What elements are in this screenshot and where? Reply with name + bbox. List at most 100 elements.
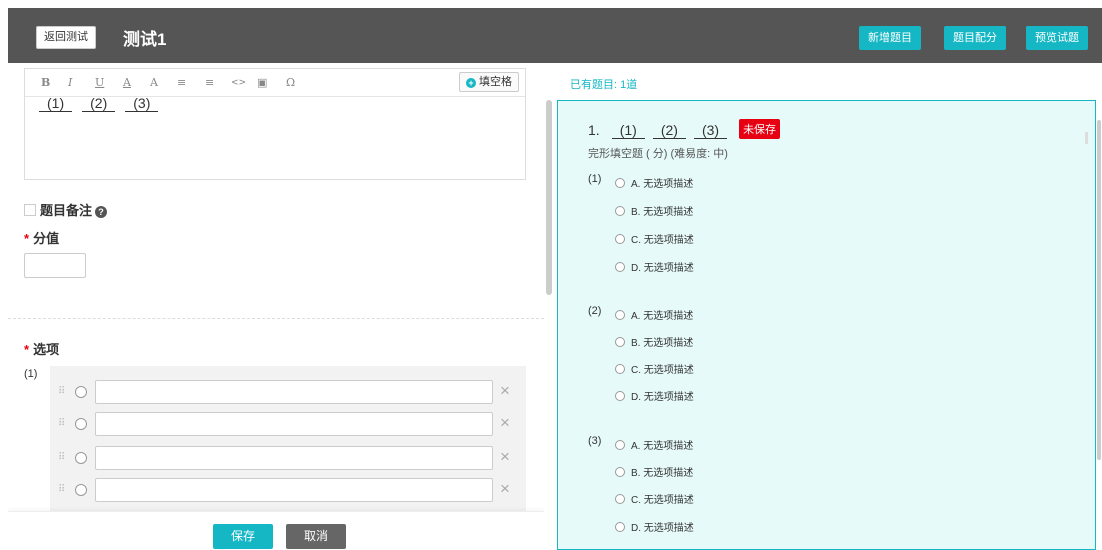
right-scrollbar[interactable]	[1097, 120, 1101, 460]
unordered-list-icon[interactable]: ≡	[205, 76, 214, 89]
required-marker: *	[24, 342, 30, 357]
option-input[interactable]	[95, 478, 493, 502]
blank-index: (1)	[24, 368, 38, 380]
option-row: ⠿ ×	[50, 478, 526, 502]
special-char-icon[interactable]: Ω	[286, 76, 295, 89]
close-icon[interactable]: ×	[500, 381, 510, 401]
score-input[interactable]	[24, 253, 86, 278]
drag-handle-icon[interactable]: ⠿	[58, 418, 65, 429]
ordered-list-icon[interactable]: ≡	[177, 76, 186, 89]
close-icon[interactable]: ×	[500, 479, 510, 499]
close-icon[interactable]: ×	[500, 447, 510, 467]
drag-handle-icon[interactable]: ⠿	[58, 386, 65, 397]
preview-resize-handle[interactable]	[1085, 132, 1088, 144]
preview-option: D. 无选项描述	[615, 388, 694, 403]
page-title: 测试1	[123, 30, 167, 49]
option-text: B. 无选项描述	[631, 207, 694, 218]
preview-option: A. 无选项描述	[615, 175, 693, 190]
group-index: (1)	[588, 173, 602, 185]
help-icon[interactable]: ?	[95, 206, 108, 218]
option-text: B. 无选项描述	[631, 338, 694, 349]
left-scrollbar[interactable]	[546, 100, 552, 295]
preview-option: A. 无选项描述	[615, 437, 693, 452]
option-radio[interactable]	[615, 440, 625, 450]
back-to-test-button[interactable]: 返回测试	[36, 26, 96, 49]
question-note-checkbox[interactable]	[24, 204, 36, 216]
option-radio[interactable]	[75, 418, 87, 430]
blank-marker: (2)	[82, 95, 116, 112]
option-input[interactable]	[95, 446, 493, 470]
option-radio[interactable]	[615, 467, 625, 477]
preview-option: A. 无选项描述	[615, 307, 693, 322]
preview-option: B. 无选项描述	[615, 464, 693, 479]
save-button[interactable]: 保存	[213, 524, 273, 549]
option-radio[interactable]	[615, 234, 625, 244]
preview-option: C. 无选项描述	[615, 491, 694, 506]
preview-option: C. 无选项描述	[615, 361, 694, 376]
background-color-icon[interactable]: A	[150, 76, 158, 89]
blank-marker: (1)	[611, 122, 645, 139]
blank-marker: (3)	[693, 122, 728, 139]
option-radio[interactable]	[615, 337, 625, 347]
option-text: C. 无选项描述	[631, 235, 694, 246]
question-count: 已有题目: 1道	[570, 79, 638, 91]
option-input[interactable]	[95, 380, 493, 404]
options-label-text: 选项	[33, 342, 60, 357]
option-radio[interactable]	[615, 494, 625, 504]
close-icon[interactable]: ×	[500, 413, 510, 433]
option-radio[interactable]	[615, 178, 625, 188]
group-index: (2)	[588, 305, 602, 317]
cancel-button[interactable]: 取消	[286, 524, 346, 549]
image-icon[interactable]: ▣	[257, 76, 267, 89]
option-radio[interactable]	[75, 452, 87, 464]
preview-test-button[interactable]: 预览试题	[1026, 26, 1088, 50]
option-text: D. 无选项描述	[631, 392, 694, 403]
option-text: A. 无选项描述	[631, 179, 694, 190]
option-text: B. 无选项描述	[631, 468, 694, 479]
bold-icon[interactable]: B	[41, 76, 50, 89]
add-question-button[interactable]: 新增题目	[859, 26, 921, 50]
option-text: A. 无选项描述	[631, 311, 694, 322]
option-input[interactable]	[95, 412, 493, 436]
option-text: D. 无选项描述	[631, 263, 694, 274]
assign-score-button[interactable]: 题目配分	[944, 26, 1006, 50]
font-color-icon[interactable]: A	[123, 76, 131, 89]
option-radio[interactable]	[75, 386, 87, 398]
option-radio[interactable]	[615, 206, 625, 216]
question-meta: 完形填空题 ( 分) (难易度: 中)	[588, 148, 728, 160]
option-radio[interactable]	[615, 391, 625, 401]
option-text: C. 无选项描述	[631, 365, 694, 376]
score-label: * 分值	[24, 228, 59, 247]
blank-marker: (1)	[39, 95, 73, 112]
preview-question-title: 1. (1) (2) (3) 未保存	[588, 119, 781, 139]
option-radio[interactable]	[615, 522, 625, 532]
option-radio[interactable]	[615, 310, 625, 320]
form-footer: 保存 取消	[8, 511, 544, 550]
preview-option: C. 无选项描述	[615, 231, 694, 246]
blank-marker: (3)	[125, 95, 159, 112]
option-text: A. 无选项描述	[631, 441, 694, 452]
option-row: ⠿ ×	[50, 380, 526, 404]
insert-blank-button[interactable]: + 填空格	[459, 72, 519, 92]
plus-circle-icon: +	[466, 78, 476, 88]
option-row: ⠿ ×	[50, 412, 526, 436]
drag-handle-icon[interactable]: ⠿	[58, 484, 65, 495]
rich-text-editor[interactable]: B I U A A ≡ ≡ <> ▣ Ω + 填空格 (1) (2) (3)	[24, 68, 526, 180]
option-radio[interactable]	[75, 484, 87, 496]
question-preview-card[interactable]: 1. (1) (2) (3) 未保存 完形填空题 ( 分) (难易度: 中) (1) A…	[557, 100, 1096, 550]
underline-icon[interactable]: U	[95, 76, 104, 89]
editor-content[interactable]: (1) (2) (3)	[39, 95, 168, 112]
top-bar: 返回测试 测试1 新增题目 题目配分 预览试题	[8, 8, 1102, 63]
drag-handle-icon[interactable]: ⠿	[58, 452, 65, 463]
code-icon[interactable]: <>	[231, 78, 246, 88]
option-radio[interactable]	[615, 364, 625, 374]
italic-icon[interactable]: I	[68, 76, 72, 89]
option-text: C. 无选项描述	[631, 495, 694, 506]
option-radio[interactable]	[615, 262, 625, 272]
unsaved-badge: 未保存	[739, 119, 781, 139]
insert-blank-label: 填空格	[479, 76, 512, 88]
editor-toolbar: B I U A A ≡ ≡ <> ▣ Ω + 填空格	[25, 69, 525, 97]
section-divider	[8, 318, 544, 319]
preview-option: D. 无选项描述	[615, 259, 694, 274]
preview-option: B. 无选项描述	[615, 334, 693, 349]
